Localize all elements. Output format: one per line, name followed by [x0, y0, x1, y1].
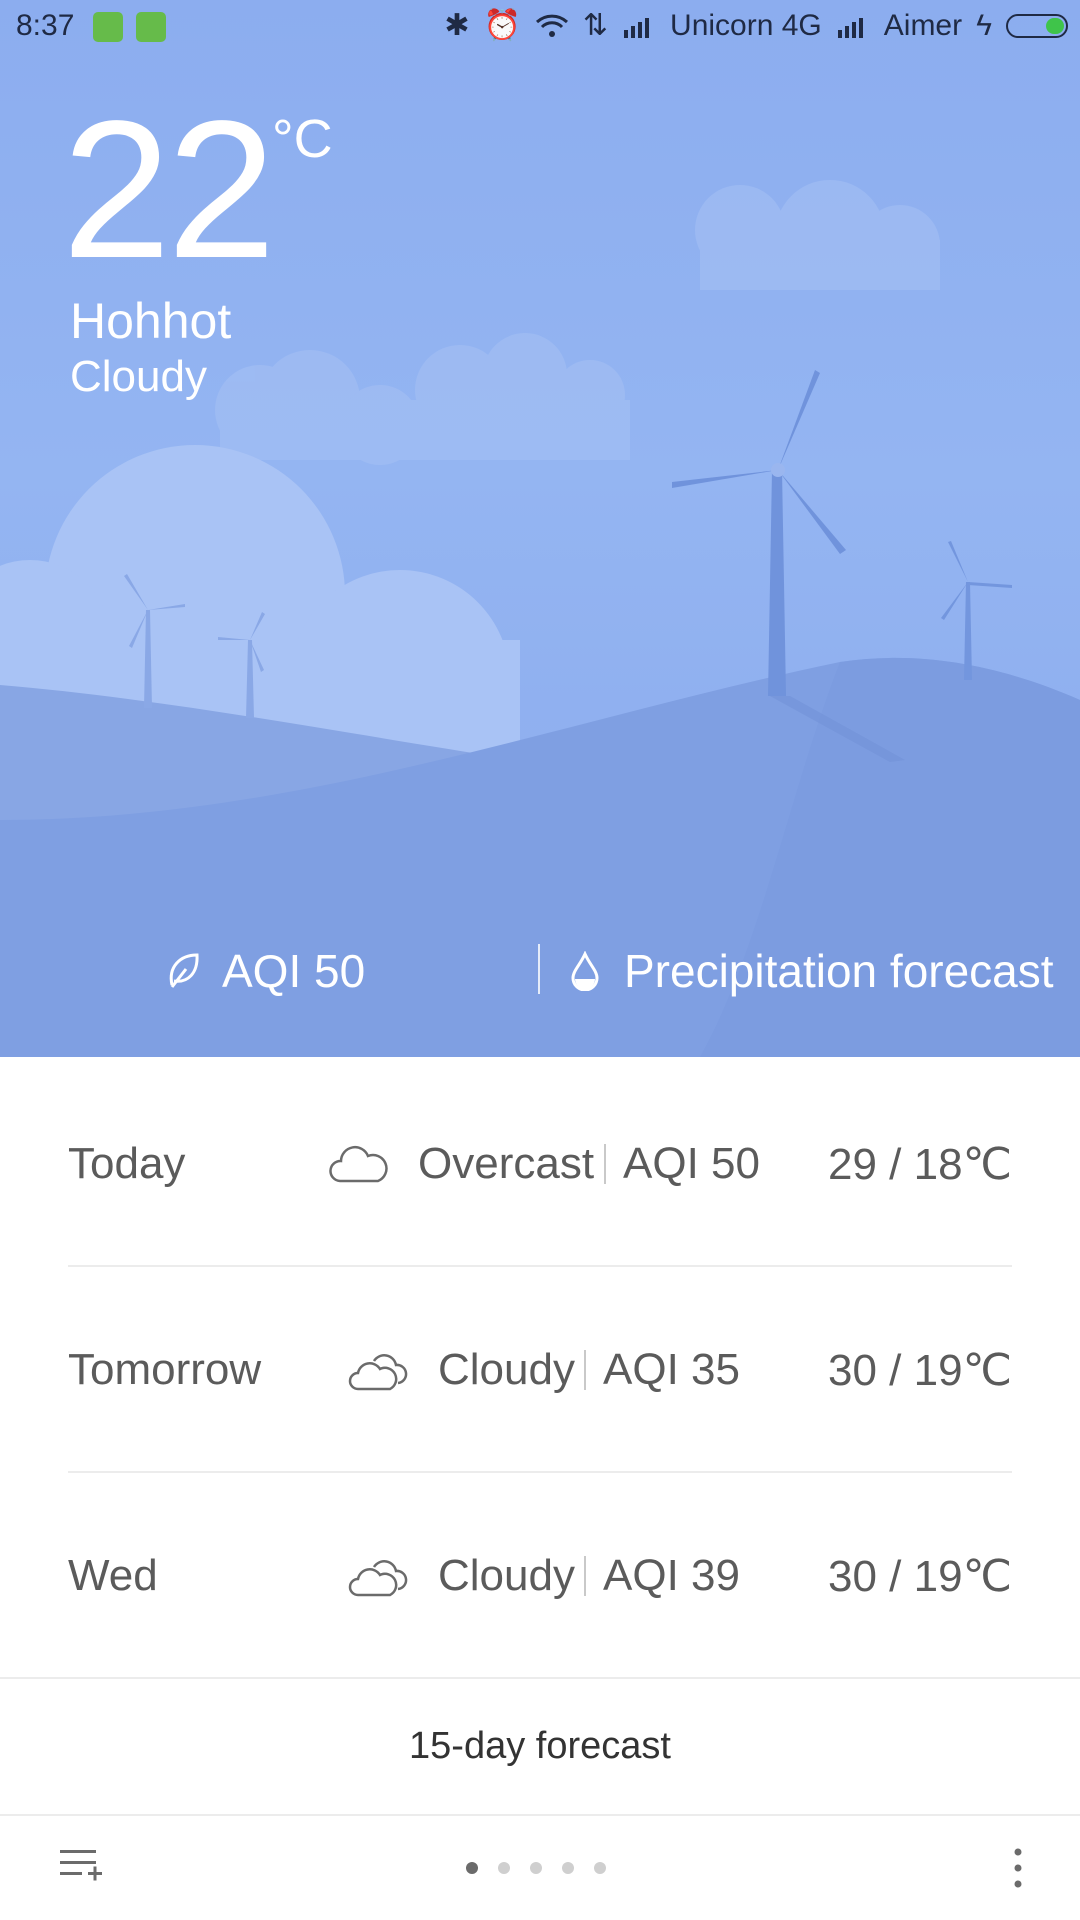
bluetooth-icon: ✱ — [444, 9, 470, 42]
forecast-desc: Cloudy — [438, 1551, 575, 1600]
page-dot-5[interactable] — [594, 1862, 606, 1874]
battery-icon — [1006, 13, 1068, 38]
fifteen-day-forecast-button[interactable]: 15-day forecast — [0, 1678, 1080, 1814]
shield-app-icon — [93, 12, 123, 42]
forecast-row-tomorrow[interactable]: Tomorrow Cloudy AQI 35 30 / 19℃ — [68, 1330, 1012, 1410]
page-dot-3[interactable] — [530, 1862, 542, 1874]
page-dot-2[interactable] — [498, 1862, 510, 1874]
forecast-desc: Cloudy — [438, 1345, 575, 1394]
aqi-button[interactable]: AQI 50 — [166, 944, 365, 998]
android-app-icon — [136, 12, 166, 42]
forecast-day: Wed — [68, 1551, 158, 1600]
status-bar: 8:37 ✱ ⏰ ⇅ Unicorn 4G Aimer ϟ — [0, 0, 1080, 56]
weather-hero: 8:37 ✱ ⏰ ⇅ Unicorn 4G Aimer ϟ 22 °C Hohh… — [0, 0, 1080, 1057]
forecast-row-wed[interactable]: Wed Cloudy AQI 39 30 / 19℃ — [68, 1536, 1012, 1616]
forecast-range: 29 / 18℃ — [828, 1139, 1012, 1189]
forecast-range: 30 / 19℃ — [828, 1551, 1012, 1601]
hero-divider — [538, 944, 540, 994]
cloudy-icon — [346, 1340, 410, 1400]
temperature-unit: °C — [272, 109, 333, 169]
alarm-icon: ⏰ — [483, 9, 521, 42]
precipitation-label: Precipitation forecast — [624, 945, 1054, 997]
forecast-range: 30 / 19℃ — [828, 1345, 1012, 1395]
forecast-separator — [604, 1144, 606, 1184]
forecast-aqi: AQI 35 — [603, 1345, 740, 1394]
row-divider — [68, 1265, 1012, 1267]
droplet-icon — [571, 951, 599, 991]
precipitation-button[interactable]: Precipitation forecast — [570, 944, 1054, 998]
forecast-separator — [584, 1350, 586, 1390]
more-vert-icon — [1014, 1848, 1022, 1888]
forecast-aqi: AQI 39 — [603, 1551, 740, 1600]
signal-icon — [624, 17, 650, 38]
manage-cities-button[interactable] — [58, 1846, 102, 1891]
forecast-separator — [584, 1556, 586, 1596]
page-indicator — [466, 1862, 606, 1874]
row-divider — [68, 1471, 1012, 1473]
status-time: 8:37 — [16, 9, 75, 42]
current-condition: Cloudy — [70, 352, 207, 401]
forecast-aqi: AQI 50 — [623, 1139, 760, 1188]
page-dot-4[interactable] — [562, 1862, 574, 1874]
cloudy-icon — [346, 1546, 410, 1606]
more-options-button[interactable] — [1004, 1846, 1032, 1895]
leaf-icon — [169, 953, 199, 988]
overcast-cloud-icon — [326, 1134, 390, 1194]
data-arrows-icon: ⇅ — [582, 9, 609, 42]
carrier-primary: Unicorn 4G — [670, 8, 822, 42]
charging-icon: ϟ — [976, 8, 992, 42]
aqi-label: AQI 50 — [222, 945, 366, 997]
carrier-secondary: Aimer — [883, 8, 963, 42]
wifi-icon — [535, 14, 568, 37]
forecast-day: Tomorrow — [68, 1345, 262, 1394]
page-dot-1[interactable] — [466, 1862, 478, 1874]
list-add-icon — [60, 1850, 102, 1881]
signal-icon-2 — [837, 17, 863, 38]
forecast-day: Today — [68, 1139, 186, 1188]
forecast-row-today[interactable]: Today Overcast AQI 50 29 / 18℃ — [68, 1124, 1012, 1204]
city-name: Hohhot — [70, 293, 232, 349]
forecast-desc: Overcast — [418, 1139, 595, 1188]
current-temperature: 22 — [62, 80, 276, 299]
